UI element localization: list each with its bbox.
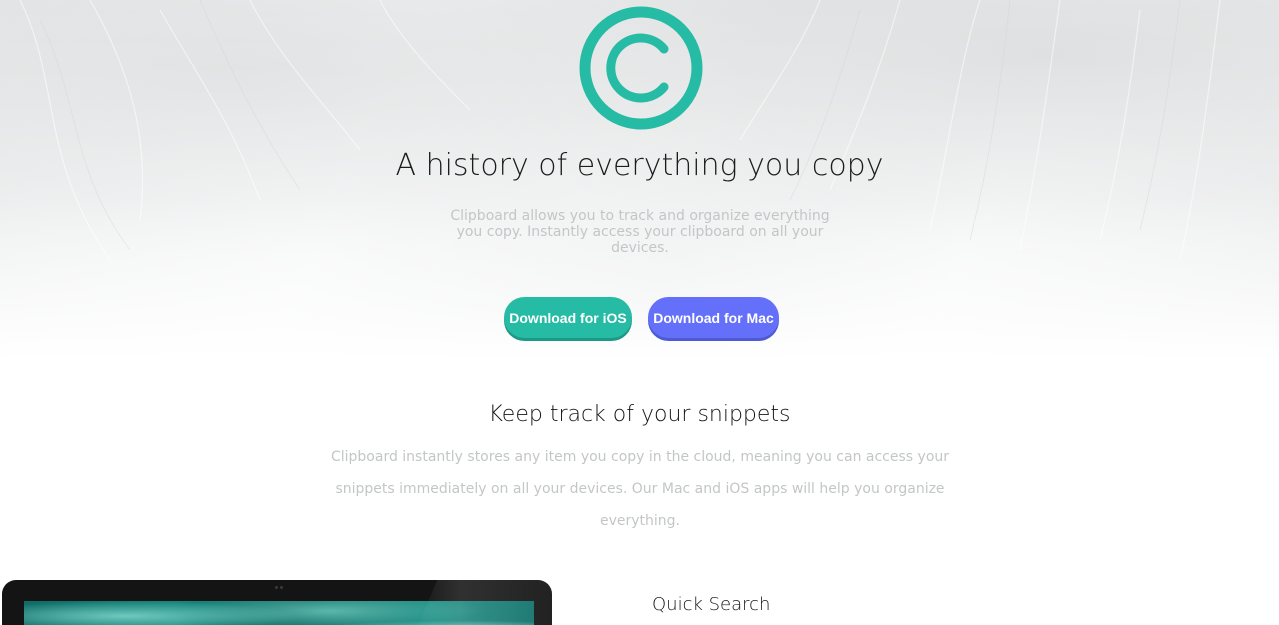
page-title: A history of everything you copy — [395, 148, 884, 183]
copyright-logo-icon — [579, 6, 703, 130]
download-ios-button[interactable]: Download for iOS — [504, 297, 632, 338]
landing-page: A history of everything you copy Clipboa… — [0, 0, 1279, 625]
device-camera — [275, 586, 283, 589]
device-gloss — [412, 580, 552, 625]
snippets-section-body: Clipboard instantly stores any item you … — [330, 449, 950, 529]
hero-subtitle: Clipboard allows you to track and organi… — [450, 208, 830, 256]
quick-search-feature-title: Quick Search — [652, 594, 771, 615]
snippets-section-title: Keep track of your snippets — [488, 402, 791, 427]
download-mac-button[interactable]: Download for Mac — [648, 297, 779, 338]
device-mockup-image — [2, 580, 552, 625]
